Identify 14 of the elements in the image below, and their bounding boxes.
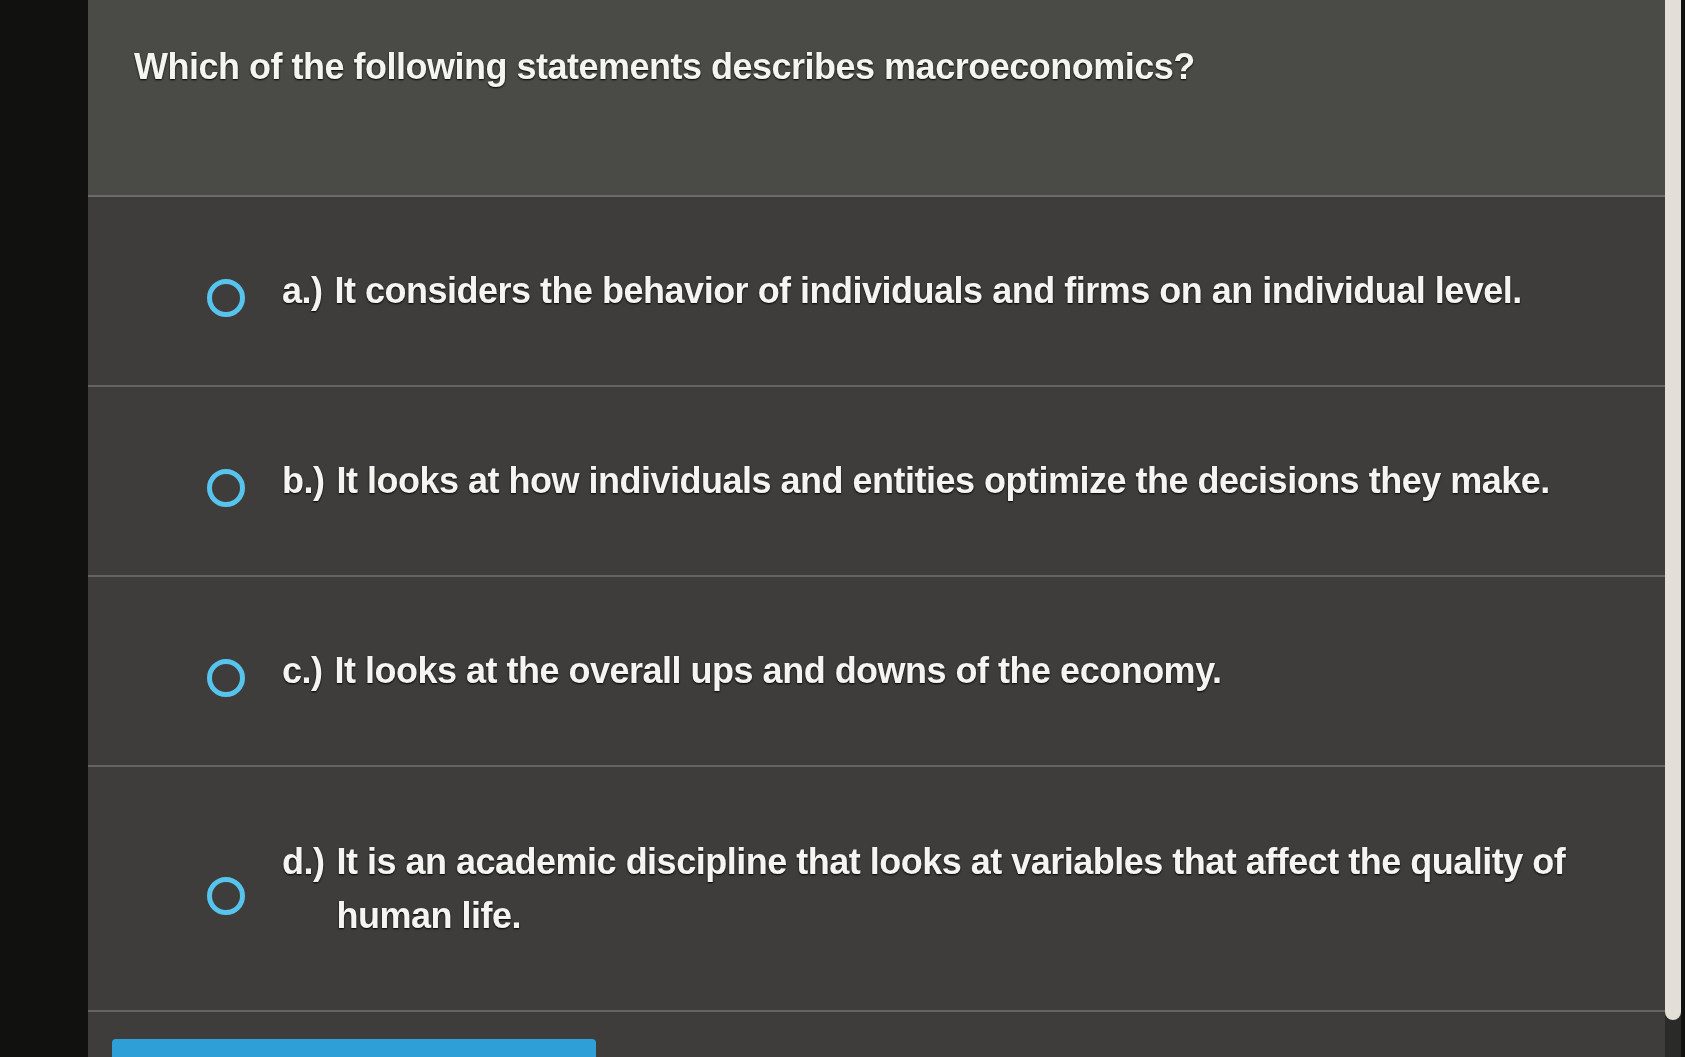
option-text: It considers the behavior of individuals and firms on an individual level.	[334, 269, 1522, 313]
option-letter: c.)	[282, 649, 323, 693]
option-text: It looks at how individuals and entities optimize the decisions they make.	[336, 459, 1550, 503]
radio-button-icon[interactable]	[206, 278, 246, 318]
radio-button-icon[interactable]	[206, 468, 246, 508]
radio-button-icon[interactable]	[206, 658, 246, 698]
option-letter: b.)	[282, 459, 325, 503]
option-text: It is an academic discipline that looks at variables that affect the quality of human life.	[336, 839, 1567, 938]
question-text: Which of the following statements describes macroeconomics?	[134, 46, 1196, 88]
scrollbar-thumb[interactable]	[1665, 0, 1681, 1020]
radio-button-icon[interactable]	[206, 875, 246, 916]
option-letter: d.)	[282, 839, 325, 884]
option-text: It looks at the overall ups and downs of the economy.	[334, 649, 1222, 693]
option-letter: a.)	[282, 269, 323, 313]
